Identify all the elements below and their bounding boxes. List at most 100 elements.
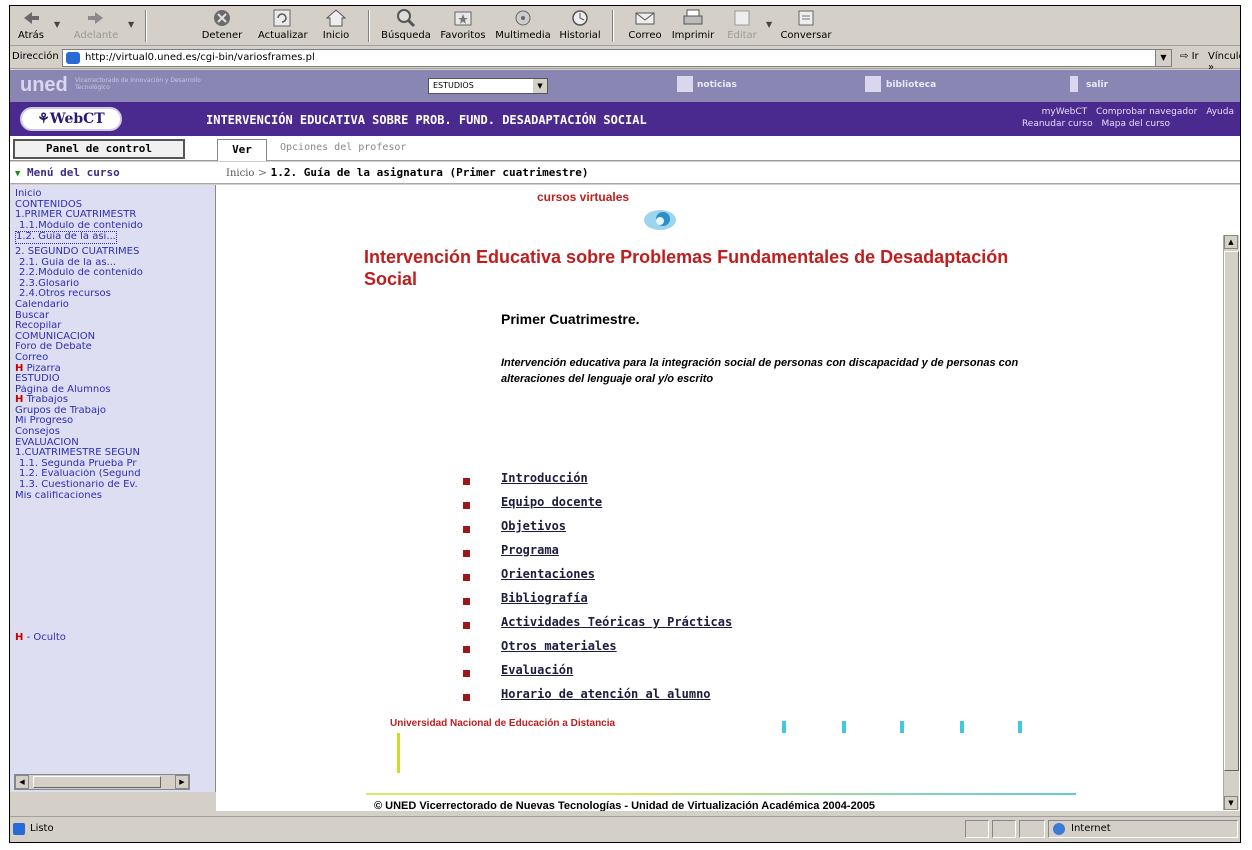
tab-ver[interactable]: Ver <box>217 139 267 161</box>
menu-item-hidden[interactable]: H Pizarra <box>15 364 211 375</box>
menu-item[interactable]: 1.3. Cuestionario de Ev. <box>15 480 211 491</box>
link-otros-materiales[interactable]: Otros materiales <box>501 639 617 653</box>
menu-item[interactable]: 2.4.Otros recursos <box>15 289 211 300</box>
menu-item[interactable]: Buscar <box>15 311 211 322</box>
menu-item-selected[interactable]: 1.2. Guía de la asi... <box>15 231 117 244</box>
page-title: Intervención Educativa sobre Problemas F… <box>364 247 1009 289</box>
history-button[interactable]: Historial <box>558 8 602 44</box>
menu-item[interactable]: EVALUACIÓN <box>15 438 211 449</box>
link-equipo-docente[interactable]: Equipo docente <box>501 495 602 509</box>
course-map-link[interactable]: Mapa del curso <box>1101 119 1170 129</box>
back-button[interactable]: Atrás <box>14 8 48 44</box>
mywebct-link[interactable]: myWebCT <box>1042 107 1088 117</box>
salir-link[interactable]: salir <box>1086 80 1108 90</box>
biblioteca-link[interactable]: biblioteca <box>886 80 936 90</box>
menu-item[interactable]: Consejos <box>15 427 211 438</box>
noticias-link[interactable]: noticias <box>697 80 737 90</box>
check-browser-link[interactable]: Comprobar navegador <box>1096 107 1197 117</box>
link-objetivos[interactable]: Objetivos <box>501 519 566 533</box>
address-dropdown-icon[interactable]: ▼ <box>1155 50 1171 66</box>
printer-icon <box>682 8 704 28</box>
menu-item[interactable]: 2.2.Módulo de contenido <box>15 268 211 279</box>
menu-item[interactable]: Foro de Debate <box>15 342 211 353</box>
door-icon[interactable] <box>1070 76 1078 92</box>
edit-button[interactable]: Editar <box>722 8 762 44</box>
menu-item[interactable]: CONTENIDOS <box>15 200 211 211</box>
stop-button[interactable]: Detener <box>200 8 244 44</box>
control-panel-button[interactable]: Panel de control <box>13 139 185 159</box>
resume-course-link[interactable]: Reanudar curso <box>1022 119 1093 129</box>
link-horario[interactable]: Horario de atención al alumno <box>501 687 711 701</box>
link-bibliografia[interactable]: Bibliografía <box>501 591 588 605</box>
bullet-icon <box>463 574 470 581</box>
discuss-button[interactable]: Conversar <box>778 8 834 44</box>
sidebar-horizontal-scrollbar[interactable]: ◀ ▶ <box>14 774 190 790</box>
forward-button[interactable]: Adelante <box>70 8 122 44</box>
menu-item[interactable]: 1.CUATRIMESTRE SEGUN <box>15 448 211 459</box>
menu-item[interactable]: Calendario <box>15 300 211 311</box>
menu-item[interactable]: 2.3.Glosario <box>15 279 211 290</box>
cursos-virtuales-logo: cursos virtuales <box>537 190 630 204</box>
menu-item[interactable]: ESTUDIO <box>15 374 211 385</box>
menu-item[interactable]: 1.1.Módulo de contenido <box>15 221 211 232</box>
go-arrow-icon: ⇨ <box>1180 51 1192 62</box>
bullet-icon <box>463 478 470 485</box>
scroll-down-icon[interactable]: ▼ <box>1224 796 1238 810</box>
back-dropdown-icon[interactable]: ▼ <box>54 20 60 29</box>
menu-item[interactable]: Mis calificaciones <box>15 491 211 502</box>
search-button[interactable]: Búsqueda <box>380 8 432 44</box>
help-link[interactable]: Ayuda <box>1206 107 1234 117</box>
menu-item-hidden[interactable]: H Trabajos <box>15 395 211 406</box>
favorites-button[interactable]: Favoritos <box>436 8 490 44</box>
menu-item[interactable]: 1.PRIMER CUATRIMESTR <box>15 210 211 221</box>
list-item: Introducción <box>461 471 861 495</box>
uned-subtitle: Vicerrectorado de Innovación y Desarroll… <box>75 77 201 91</box>
menu-item[interactable]: Mi Progreso <box>15 416 211 427</box>
biblioteca-icon[interactable] <box>865 76 881 92</box>
go-button[interactable]: ⇨ Ir <box>1180 51 1199 62</box>
menu-item[interactable]: Inicio <box>15 189 211 200</box>
refresh-button[interactable]: Actualizar <box>258 8 308 44</box>
home-button[interactable]: Inicio <box>318 8 354 44</box>
menu-item[interactable]: Recopilar <box>15 321 211 332</box>
estudios-select[interactable]: ESTUDIOS ▼ <box>428 78 548 94</box>
list-item: Horario de atención al alumno <box>461 687 861 711</box>
print-button[interactable]: Imprimir <box>670 8 716 44</box>
decorative-bar <box>782 721 786 733</box>
main-vertical-scrollbar[interactable]: ▲ ▼ <box>1223 235 1239 810</box>
menu-item[interactable]: 1.1. Segunda Prueba Pr <box>15 459 211 470</box>
breadcrumb-home[interactable]: Inicio <box>226 168 254 179</box>
menu-item[interactable]: 2. SEGUNDO CUATRIMES <box>15 247 211 258</box>
scroll-up-icon[interactable]: ▲ <box>1224 235 1238 249</box>
link-programa[interactable]: Programa <box>501 543 559 557</box>
course-menu-header[interactable]: ▼ Menú del curso <box>10 162 216 184</box>
uned-logo[interactable]: uned <box>20 74 68 97</box>
menu-item[interactable]: COMUNICACIÓN <box>15 332 211 343</box>
menu-item[interactable]: Grupos de Trabajo <box>15 406 211 417</box>
scroll-thumb[interactable] <box>1224 251 1239 771</box>
triangle-down-icon: ▼ <box>15 169 21 179</box>
stop-icon <box>211 8 233 28</box>
menu-item[interactable]: 2.1. Guía de la as... <box>15 258 211 269</box>
scroll-thumb[interactable] <box>33 776 161 788</box>
edit-dropdown-icon[interactable]: ▼ <box>766 20 772 29</box>
noticias-icon[interactable] <box>677 76 693 92</box>
address-input[interactable]: http://virtual0.uned.es/cgi-bin/variosfr… <box>62 49 1172 67</box>
media-button[interactable]: Multimedia <box>494 8 552 44</box>
link-evaluacion[interactable]: Evaluación <box>501 663 573 677</box>
menu-item[interactable]: 1.2. Evaluación (Segund <box>15 469 211 480</box>
forward-arrow-icon <box>85 8 107 28</box>
back-arrow-icon <box>20 8 42 28</box>
menu-item[interactable]: Página de Alumnos <box>15 385 211 396</box>
menu-item[interactable]: Correo <box>15 353 211 364</box>
mail-button[interactable]: Correo <box>624 8 666 44</box>
link-orientaciones[interactable]: Orientaciones <box>501 567 595 581</box>
link-introduccion[interactable]: Introducción <box>501 471 588 485</box>
scroll-left-icon[interactable]: ◀ <box>15 775 29 789</box>
scroll-right-icon[interactable]: ▶ <box>175 775 189 789</box>
link-actividades[interactable]: Actividades Teóricas y Prácticas <box>501 615 732 629</box>
guide-links-list: Introducción Equipo docente Objetivos Pr… <box>461 471 861 711</box>
webct-logo[interactable]: ⚘WebCT <box>20 107 122 131</box>
tab-opciones-profesor[interactable]: Opciones del profesor <box>280 142 406 153</box>
forward-dropdown-icon[interactable]: ▼ <box>128 20 134 29</box>
